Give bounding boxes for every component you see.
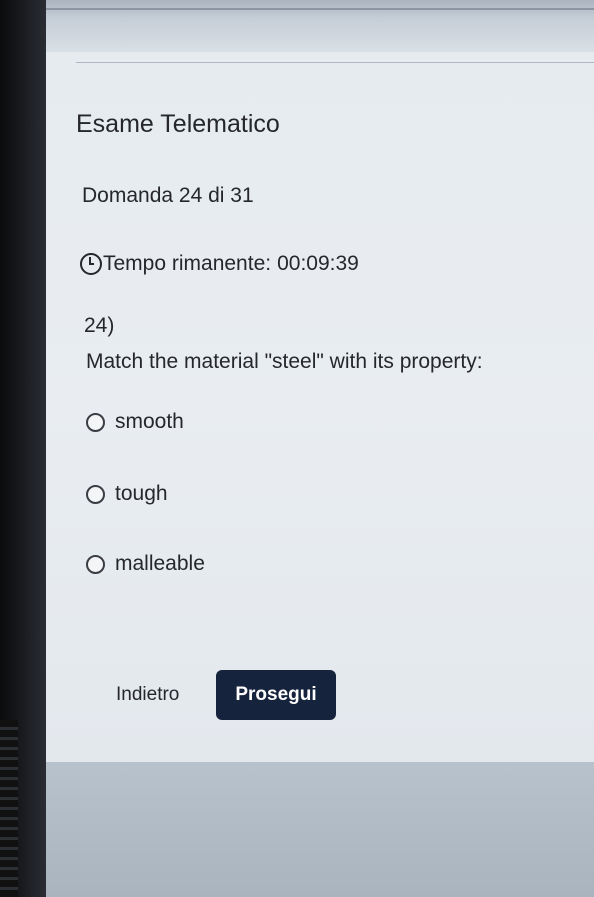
question-text: Match the material "steel" with its prop… [86,350,483,373]
answer-option-label: smooth [115,410,184,433]
answer-option-tough[interactable]: tough [86,482,168,506]
back-button[interactable]: Indietro [116,684,179,706]
answer-option-label: malleable [115,552,205,575]
browser-top-line [46,8,594,10]
header-divider [76,62,594,63]
question-number: 24) [84,314,115,337]
timer-value: 00:09:39 [277,252,359,275]
radio-icon[interactable] [86,412,105,432]
answer-option-label: tough [115,482,168,505]
exam-panel: Esame Telematico Domanda 24 di 31 Tempo … [46,52,594,762]
answer-option-smooth[interactable]: smooth [86,410,184,434]
question-counter: Domanda 24 di 31 [82,184,254,207]
next-button[interactable]: Prosegui [216,670,336,720]
radio-icon[interactable] [86,484,105,504]
answer-option-malleable[interactable]: malleable [86,552,205,576]
timer-label: Tempo rimanente: [103,252,272,275]
footer-band [46,762,594,897]
radio-icon[interactable] [86,554,105,574]
page-title: Esame Telematico [76,110,280,138]
timer: Tempo rimanente: 00:09:39 [80,252,359,276]
clock-icon [80,253,102,275]
monitor-bezel-edge [0,720,18,897]
